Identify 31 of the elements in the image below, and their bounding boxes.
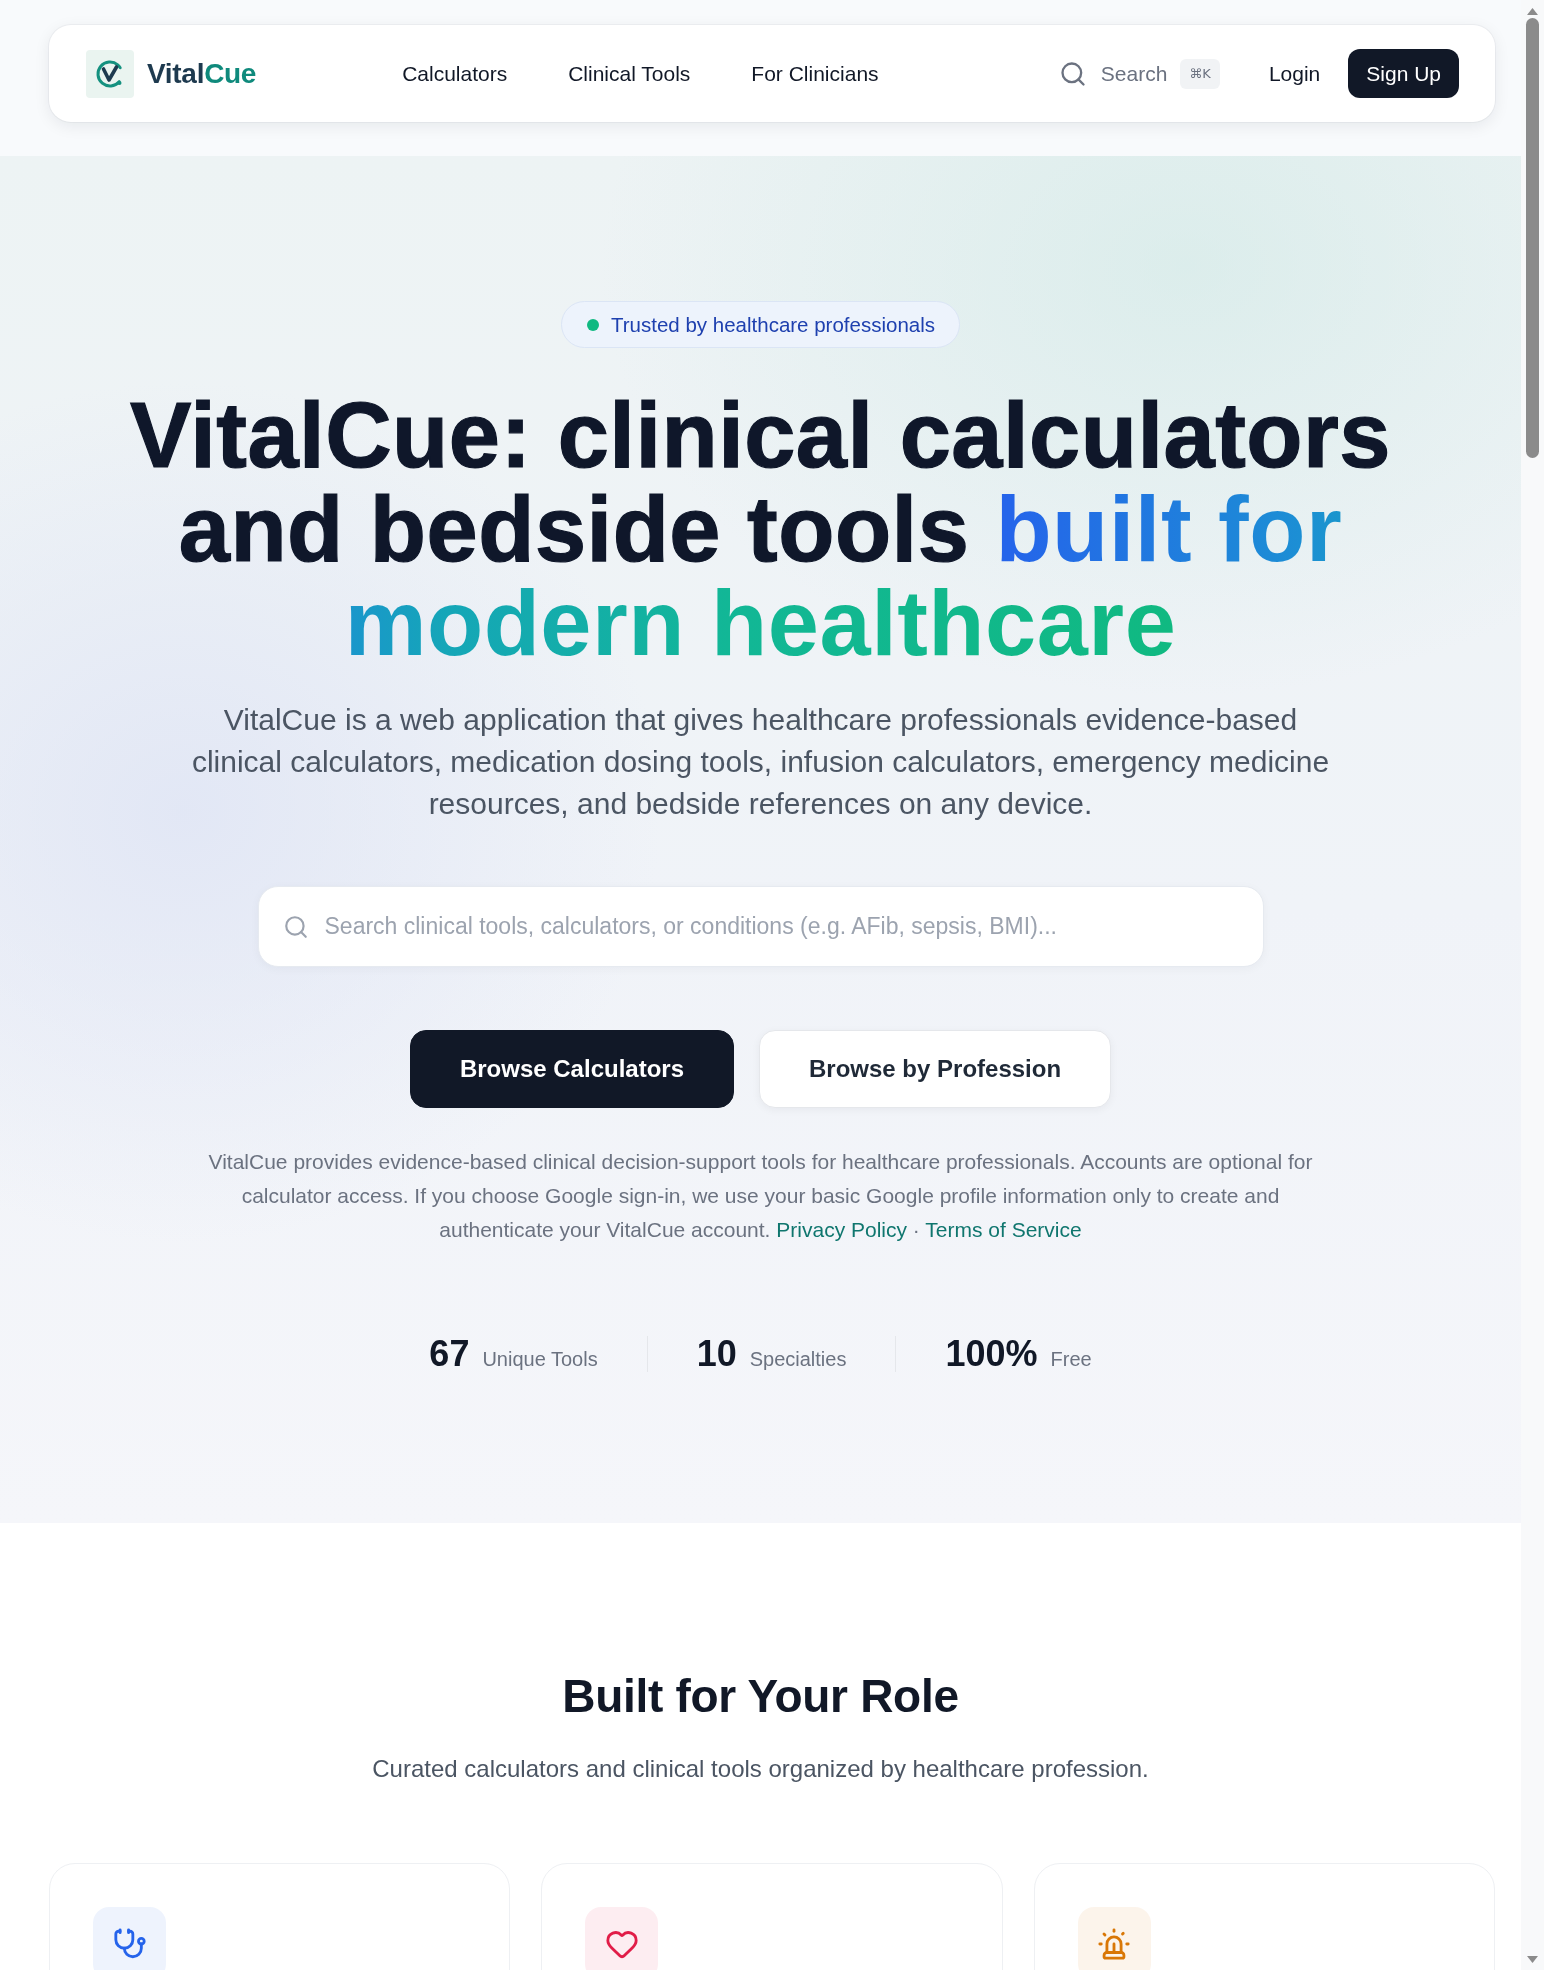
text-link[interactable]: Terms of Service <box>925 1218 1082 1241</box>
primary-button[interactable]: Browse Calculators <box>409 1030 734 1108</box>
nav-link[interactable]: Calculators <box>402 61 508 86</box>
down-triangle-icon[interactable] <box>1527 1956 1538 1963</box>
text-link[interactable]: Privacy Policy <box>776 1218 907 1241</box>
secondary-button[interactable]: Browse by Profession <box>759 1030 1112 1108</box>
stat-label: Free <box>1050 1348 1092 1371</box>
section-subtitle: Curated calculators and clinical tools organized by healthcare profession. <box>372 1754 1149 1784</box>
stat-value: 10 <box>696 1332 737 1375</box>
stat-value: 100% <box>945 1332 1038 1375</box>
stat-value: 67 <box>429 1332 470 1375</box>
nav-link[interactable]: Clinical Tools <box>568 61 691 86</box>
search-icon <box>282 914 309 940</box>
search-button[interactable]: Search <box>1058 59 1168 88</box>
stat-label: Unique Tools <box>482 1348 598 1371</box>
stat-label: Specialties <box>749 1348 847 1371</box>
badge-label: Trusted by healthcare professionals <box>611 312 935 337</box>
section-title: Built for Your Role <box>562 1669 959 1724</box>
disclaimer-text: VitalCue provides evidence-based clinical decision-support tools for healthcare professionals. Accounts are optional for calculator access. If you choose Google sign-in, we use your basic Google profile information only to create and authenticate your VitalCue account. Privacy Policy · Terms of Service <box>207 1149 1314 1243</box>
dot-icon <box>587 318 599 331</box>
nav-link[interactable]: For Clinicians <box>751 61 879 86</box>
shortcut-key: ⌘K <box>1180 58 1220 89</box>
search-icon <box>1058 59 1087 88</box>
hero-description: VitalCue is a web application that gives healthcare professionals evidence-based clinical calculators, medication dosing tools, infusion calculators, emergency medicine resources, and bedside references on any device. <box>190 702 1331 822</box>
scrollbar-thumb[interactable] <box>1526 18 1539 458</box>
brand-name[interactable]: VitalCue <box>147 57 257 90</box>
sign-up-button[interactable]: Sign Up <box>1348 49 1459 98</box>
login-link[interactable]: Login <box>1268 61 1321 86</box>
up-triangle-icon[interactable] <box>1527 8 1538 15</box>
search-field[interactable]: Search clinical tools, calculators, or conditions (e.g. AFib, sepsis, BMI)... <box>257 886 1264 967</box>
check-circle-logo-icon[interactable] <box>86 49 134 98</box>
